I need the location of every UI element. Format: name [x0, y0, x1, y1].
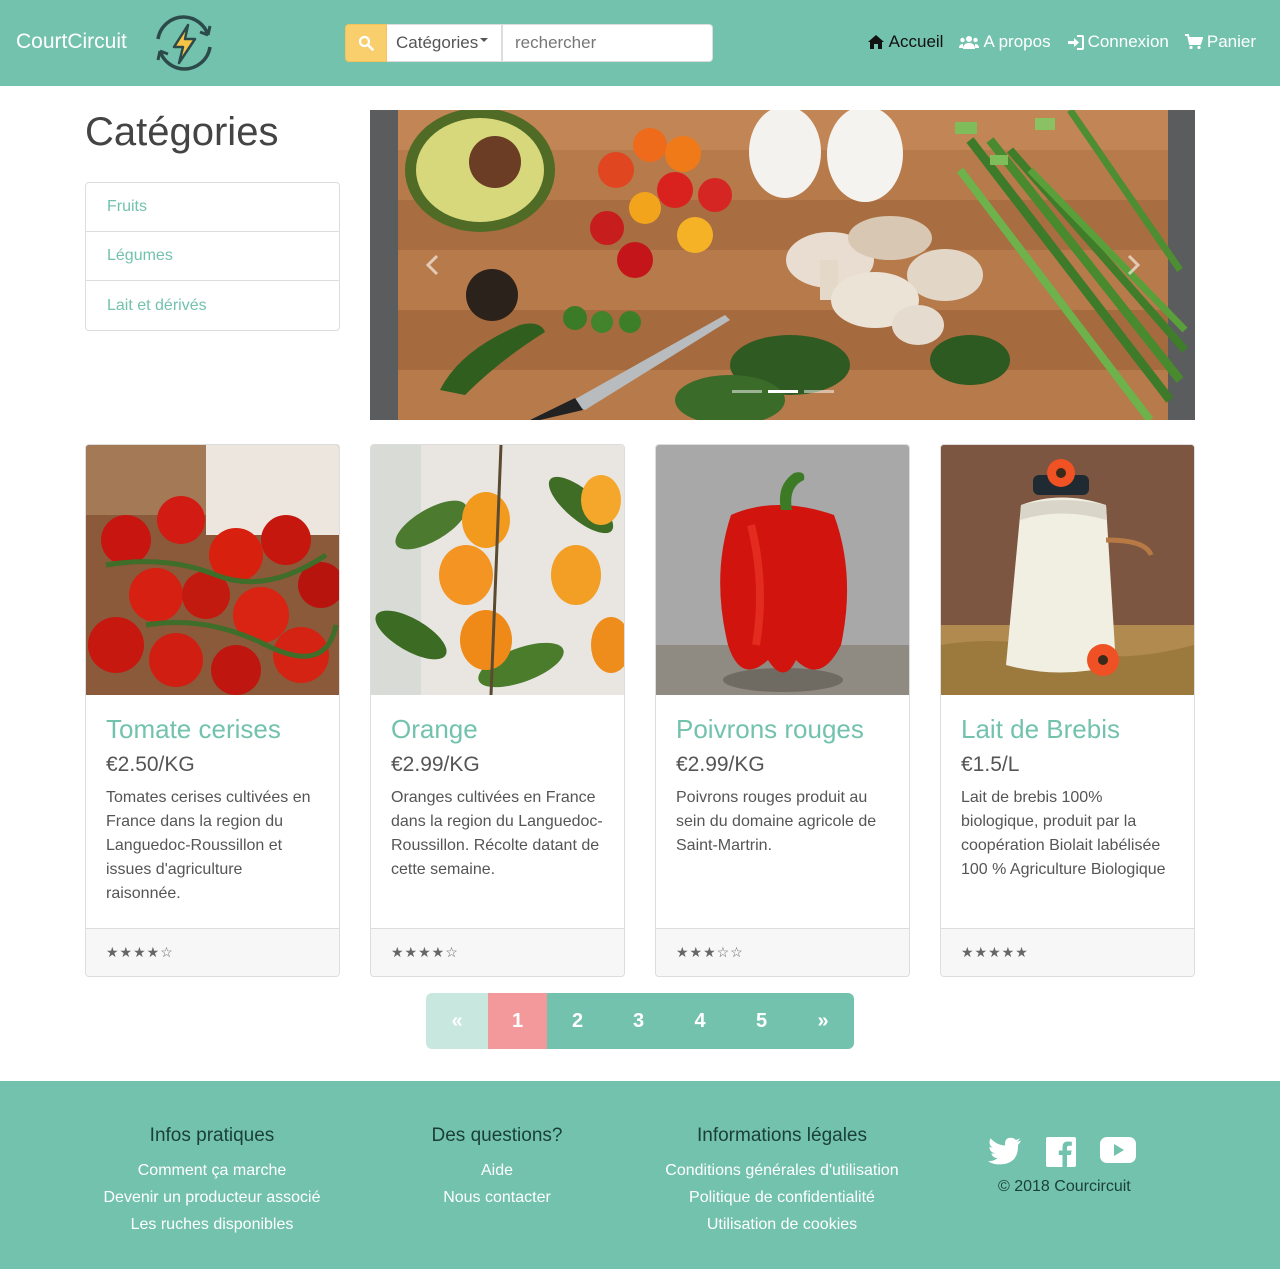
- product-price: €2.50/KG: [106, 753, 195, 776]
- pagination-page-4[interactable]: 4: [669, 993, 731, 1049]
- footer-col-legal: Informations légales Conditions générale…: [642, 1125, 922, 1238]
- social-links: [988, 1137, 1136, 1172]
- nav-links: Accueil A propos Connexion Panier: [867, 32, 1256, 52]
- search-input[interactable]: [502, 24, 713, 62]
- footer-col-questions: Des questions? Aide Nous contacter: [397, 1125, 597, 1211]
- navbar: CourtCircuit Catégories Accueil: [0, 0, 1280, 86]
- lightning-logo-icon[interactable]: [152, 11, 216, 75]
- footer-link[interactable]: Utilisation de cookies: [642, 1211, 922, 1238]
- product-price: €2.99/KG: [676, 753, 765, 776]
- product-rating: ★★★★★: [941, 928, 1194, 976]
- category-dropdown[interactable]: Catégories: [387, 24, 502, 62]
- footer-link[interactable]: Conditions générales d'utilisation: [642, 1157, 922, 1184]
- footer-link[interactable]: Devenir un producteur associé: [82, 1184, 342, 1211]
- search-icon: [358, 35, 374, 51]
- brand-link[interactable]: CourtCircuit: [16, 30, 127, 54]
- product-card: Orange €2.99/KG Oranges cultivées en Fra…: [370, 444, 625, 977]
- footer-heading: Informations légales: [696, 1125, 868, 1146]
- pagination: « 1 2 3 4 5 »: [426, 993, 854, 1049]
- product-card: Tomate cerises €2.50/KG Tomates cerises …: [85, 444, 340, 977]
- product-card-body: Lait de Brebis €1.5/L Lait de brebis 100…: [941, 695, 1194, 927]
- facebook-icon[interactable]: [1046, 1137, 1076, 1172]
- nav-link-panier[interactable]: Panier: [1184, 32, 1256, 52]
- pagination-page-5[interactable]: 5: [731, 993, 792, 1049]
- product-title[interactable]: Lait de Brebis: [961, 712, 1174, 746]
- carousel: [370, 110, 1195, 420]
- pagination-prev[interactable]: «: [426, 993, 488, 1049]
- product-card: Lait de Brebis €1.5/L Lait de brebis 100…: [940, 444, 1195, 977]
- product-title[interactable]: Poivrons rouges: [676, 712, 889, 746]
- footer-link[interactable]: Comment ça marche: [82, 1157, 342, 1184]
- nav-link-connexion[interactable]: Connexion: [1067, 32, 1169, 52]
- product-price: €1.5/L: [961, 753, 1020, 776]
- carousel-slide-image: [370, 110, 1195, 420]
- youtube-icon[interactable]: [1100, 1137, 1136, 1172]
- product-card: Poivrons rouges €2.99/KG Poivrons rouges…: [655, 444, 910, 977]
- footer-link[interactable]: Politique de confidentialité: [642, 1184, 922, 1211]
- product-description: Oranges cultivées en France dans la regi…: [391, 789, 603, 878]
- category-list: Fruits Légumes Lait et dérivés: [85, 182, 340, 331]
- product-price: €2.99/KG: [391, 753, 480, 776]
- footer-link[interactable]: Les ruches disponibles: [82, 1211, 342, 1238]
- nav-link-apropos[interactable]: A propos: [959, 32, 1051, 52]
- product-rating: ★★★☆☆: [656, 928, 909, 976]
- footer-col-infos: Infos pratiques Comment ça marche Deveni…: [82, 1125, 342, 1238]
- product-title[interactable]: Tomate cerises: [106, 712, 319, 746]
- carousel-indicators: [732, 390, 834, 393]
- categories-title: Catégories: [85, 110, 279, 154]
- product-image-orange[interactable]: [371, 445, 624, 695]
- nav-link-label: Panier: [1206, 32, 1256, 51]
- carousel-prev-icon[interactable]: [418, 250, 448, 280]
- sign-in-icon: [1067, 34, 1084, 50]
- product-description: Lait de brebis 100% biologique, produit …: [961, 789, 1166, 878]
- pagination-next[interactable]: »: [792, 993, 854, 1049]
- carousel-indicator-active[interactable]: [768, 390, 798, 393]
- product-card-body: Tomate cerises €2.50/KG Tomates cerises …: [86, 695, 339, 927]
- cart-icon: [1184, 34, 1203, 50]
- carousel-next-icon[interactable]: [1118, 250, 1148, 280]
- pagination-page-3[interactable]: 3: [608, 993, 669, 1049]
- product-card-body: Orange €2.99/KG Oranges cultivées en Fra…: [371, 695, 624, 927]
- twitter-icon[interactable]: [988, 1137, 1022, 1172]
- product-rating: ★★★★☆: [86, 928, 339, 976]
- category-item-legumes[interactable]: Légumes: [86, 232, 339, 281]
- nav-link-accueil[interactable]: Accueil: [867, 32, 944, 52]
- search-button[interactable]: [345, 24, 387, 62]
- carousel-indicator[interactable]: [804, 390, 834, 393]
- product-title[interactable]: Orange: [391, 712, 604, 746]
- category-item-lait[interactable]: Lait et dérivés: [86, 281, 339, 330]
- footer-link[interactable]: Aide: [397, 1157, 597, 1184]
- nav-link-label: Accueil: [888, 32, 944, 51]
- carousel-indicator[interactable]: [732, 390, 762, 393]
- product-image-poivron[interactable]: [656, 445, 909, 695]
- search-bar: Catégories: [345, 24, 713, 62]
- copyright-text: © 2018 Courcircuit: [998, 1178, 1131, 1195]
- product-card-body: Poivrons rouges €2.99/KG Poivrons rouges…: [656, 695, 909, 927]
- product-rating: ★★★★☆: [371, 928, 624, 976]
- pagination-page-2[interactable]: 2: [547, 993, 608, 1049]
- footer-heading: Infos pratiques: [149, 1125, 275, 1146]
- nav-link-label: A propos: [983, 32, 1051, 51]
- product-image-tomate[interactable]: [86, 445, 339, 695]
- category-dropdown-label: Catégories: [396, 33, 479, 52]
- product-image-lait[interactable]: [941, 445, 1194, 695]
- footer-heading: Des questions?: [431, 1125, 563, 1146]
- home-icon: [867, 35, 884, 49]
- users-icon: [959, 35, 980, 49]
- nav-link-label: Connexion: [1087, 32, 1169, 51]
- pagination-page-1[interactable]: 1: [488, 993, 547, 1049]
- product-description: Poivrons rouges produit au sein du domai…: [676, 789, 877, 854]
- footer: Infos pratiques Comment ça marche Deveni…: [0, 1081, 1280, 1269]
- caret-down-icon: [480, 38, 489, 42]
- category-item-fruits[interactable]: Fruits: [86, 183, 339, 232]
- product-description: Tomates cerises cultivées en France dans…: [106, 789, 311, 902]
- footer-link[interactable]: Nous contacter: [397, 1184, 597, 1211]
